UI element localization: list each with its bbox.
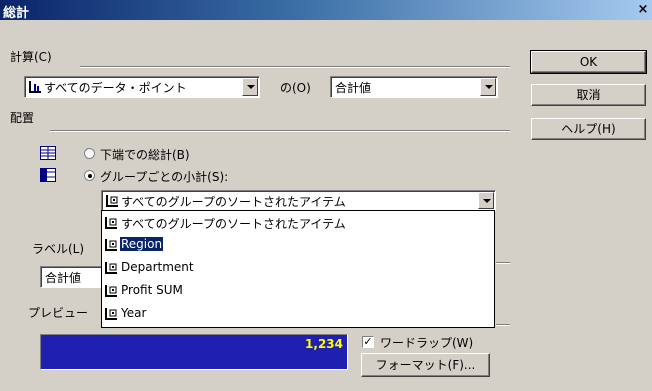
label-section-label: ラベル(L) (32, 242, 85, 256)
list-item[interactable]: Year (104, 304, 492, 324)
group-combo-arrow-icon[interactable] (478, 192, 494, 209)
target-combo-value: すべてのデータ・ポイント (44, 81, 187, 95)
group-icon (105, 239, 117, 251)
close-icon[interactable]: × (637, 2, 649, 17)
format-button[interactable]: フォーマット(F)... (361, 353, 490, 377)
preview-box: 1,234 (40, 334, 348, 370)
preview-separator (496, 324, 510, 326)
preview-label: プレビュー (28, 306, 89, 320)
cancel-button[interactable]: 取消 (531, 84, 646, 106)
list-item-label: Department (121, 260, 194, 274)
data-points-icon (29, 81, 41, 93)
placement-separator (50, 130, 510, 132)
group-icon (105, 262, 117, 274)
group-icon (105, 285, 117, 297)
subtotal-icon (40, 168, 56, 182)
grand-total-radio[interactable] (84, 148, 95, 159)
placement-label: 配置 (10, 111, 35, 125)
list-item[interactable]: Region (104, 235, 492, 255)
label-input[interactable]: 合計値 (40, 266, 102, 288)
label-input-value: 合計値 (45, 271, 82, 285)
target-combo-arrow-icon[interactable] (242, 78, 258, 96)
calc-separator (80, 66, 510, 68)
group-combo-value: すべてのグループのソートされたアイテム (121, 195, 346, 209)
group-icon (106, 195, 118, 207)
help-button[interactable]: ヘルプ(H) (531, 118, 646, 140)
list-item-label: Profit SUM (121, 283, 183, 297)
calc-label: 計算(C) (10, 50, 52, 64)
subtotal-radio[interactable] (84, 170, 95, 181)
list-item-label: Region (118, 236, 165, 252)
of-label: の(O) (280, 81, 311, 95)
list-item[interactable]: Profit SUM (104, 281, 492, 301)
grand-total-icon (40, 146, 56, 160)
function-combo[interactable]: 合計値 (330, 76, 498, 98)
wordwrap-checkbox[interactable]: ✓ (362, 336, 374, 348)
title-bar: 総計 × (0, 0, 652, 21)
list-item[interactable]: Department (104, 258, 492, 278)
subtotal-label: グループごとの小計(S): (100, 170, 229, 184)
list-item[interactable]: すべてのグループのソートされたアイテム (104, 213, 492, 233)
group-icon (105, 217, 117, 229)
list-item-label: Year (121, 306, 147, 320)
ok-button[interactable]: OK (530, 50, 647, 74)
wordwrap-label: ワードラップ(W) (380, 336, 474, 350)
list-item-label: すべてのグループのソートされたアイテム (121, 217, 346, 231)
function-combo-value: 合計値 (335, 81, 372, 95)
group-icon (105, 308, 117, 320)
group-combo[interactable]: すべてのグループのソートされたアイテム (101, 190, 496, 211)
function-combo-arrow-icon[interactable] (480, 78, 496, 96)
group-dropdown-list[interactable]: すべてのグループのソートされたアイテム Region Department Pr… (101, 210, 495, 328)
window-title: 総計 (3, 6, 30, 21)
label-separator (496, 262, 510, 264)
target-combo[interactable]: すべてのデータ・ポイント (24, 76, 260, 98)
grand-total-label: 下端での総計(B) (100, 148, 190, 162)
preview-value: 1,234 (305, 337, 343, 351)
